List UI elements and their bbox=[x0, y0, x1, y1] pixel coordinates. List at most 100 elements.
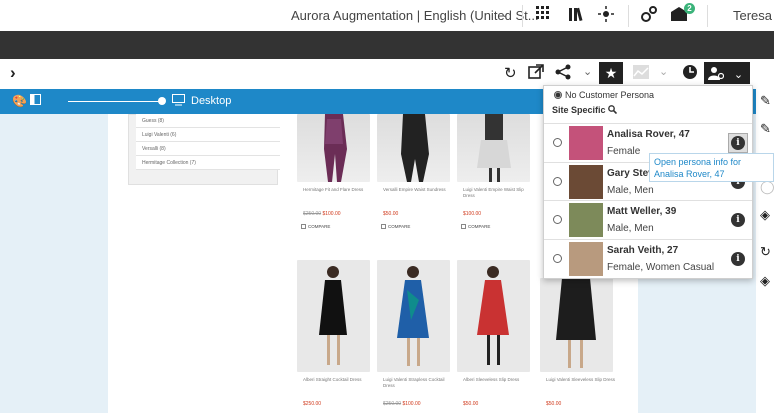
library-icon[interactable] bbox=[568, 6, 584, 25]
persona-radio[interactable] bbox=[553, 254, 562, 263]
monitor-icon bbox=[172, 94, 185, 109]
original-price: $250.00 bbox=[383, 401, 402, 407]
product-price: $100.00 bbox=[463, 211, 482, 217]
persona-name: Analisa Rover, 47 bbox=[607, 129, 690, 140]
refresh-icon[interactable]: ↻ bbox=[504, 64, 517, 82]
gears-icon[interactable] bbox=[641, 6, 657, 25]
product-price: $250.00 $100.00 bbox=[303, 211, 341, 217]
product-name[interactable]: Versalli Empire Waist Sundress bbox=[383, 187, 455, 193]
persona-info-tooltip: Open persona info for Analisa Rover, 47 bbox=[649, 153, 774, 182]
notification-badge: 2 bbox=[684, 3, 695, 14]
persona-name: Sarah Veith, 27 bbox=[607, 245, 679, 256]
search-icon[interactable] bbox=[608, 105, 618, 115]
persona-segment: Male, Men bbox=[607, 185, 654, 196]
product-image[interactable] bbox=[457, 114, 530, 182]
edit-tool-icon[interactable]: ✎ bbox=[760, 93, 771, 109]
sale-price: $100.00 bbox=[322, 211, 341, 217]
product-image[interactable] bbox=[457, 260, 530, 372]
chevron-right-icon[interactable]: › bbox=[10, 63, 16, 83]
facet-item[interactable]: Hermitage Collection (7) bbox=[136, 156, 280, 170]
ribbon-bar bbox=[0, 31, 774, 59]
facet-item[interactable]: Versalli (8) bbox=[136, 142, 280, 156]
product-price: $250.00 bbox=[303, 401, 322, 407]
product-price: $50.00 bbox=[383, 211, 399, 217]
chevron-down-icon[interactable]: ⌄ bbox=[500, 7, 509, 20]
original-price: $250.00 bbox=[303, 211, 322, 217]
device-label: Desktop bbox=[191, 95, 232, 107]
product-name[interactable]: Hermitage Fit and Flare Dress bbox=[303, 187, 375, 193]
product-price: $50.00 bbox=[463, 401, 479, 407]
persona-segment: Female, Women Casual bbox=[607, 262, 715, 273]
layout-icon[interactable] bbox=[30, 94, 41, 108]
persona-radio[interactable] bbox=[553, 177, 562, 186]
compare-checkbox[interactable]: COMPARE bbox=[461, 224, 491, 230]
chevron-down-icon: ⌄ bbox=[733, 69, 744, 81]
persona-photo bbox=[569, 126, 603, 160]
divider bbox=[628, 5, 629, 27]
target-icon[interactable] bbox=[598, 6, 614, 25]
persona-radio[interactable] bbox=[553, 138, 562, 147]
persona-icon bbox=[708, 65, 728, 81]
pencil-icon[interactable]: ✎ bbox=[760, 121, 771, 137]
device-slider-track[interactable] bbox=[68, 101, 162, 102]
product-name[interactable]: Luigi Valenti Strapless Cocktail Dress bbox=[383, 377, 455, 389]
product-name[interactable]: Luigi Valenti Empire Waist Slip Dress bbox=[463, 187, 535, 199]
divider bbox=[522, 5, 523, 27]
product-name[interactable]: Alberi Sleeveless Slip Dress bbox=[463, 377, 535, 383]
user-menu[interactable]: Teresa ⌄ bbox=[733, 8, 774, 23]
product-price: $250.00 $100.00 bbox=[383, 401, 421, 407]
open-external-icon[interactable] bbox=[528, 64, 544, 84]
compare-checkbox[interactable]: COMPARE bbox=[301, 224, 331, 230]
persona-photo bbox=[569, 203, 603, 237]
no-persona-option[interactable]: No Customer Persona bbox=[554, 90, 654, 100]
product-image[interactable] bbox=[377, 260, 450, 372]
radio-selected[interactable] bbox=[554, 91, 562, 99]
globe-icon[interactable]: ◈ bbox=[760, 207, 770, 223]
persona-row[interactable]: Matt Weller, 39 Male, Men i bbox=[544, 200, 752, 238]
persona-photo bbox=[569, 165, 603, 199]
persona-segment: Female bbox=[607, 146, 641, 157]
share-icon[interactable] bbox=[555, 64, 571, 84]
sale-price: $100.00 bbox=[402, 401, 421, 407]
product-name[interactable]: Alberi Straight Cocktail Dress bbox=[303, 377, 375, 383]
persona-radio[interactable] bbox=[553, 215, 562, 224]
facet-list: Guess (8) Luigi Valenti (6) Versalli (8)… bbox=[136, 114, 280, 170]
product-image[interactable] bbox=[297, 114, 370, 182]
chevron-down-icon[interactable]: ⌄ bbox=[583, 65, 592, 78]
product-image[interactable] bbox=[540, 278, 613, 372]
divider bbox=[707, 5, 708, 27]
refresh-globe-icon[interactable]: ↻ bbox=[760, 244, 771, 260]
persona-row[interactable]: Sarah Veith, 27 Female, Women Casual i bbox=[544, 239, 752, 277]
site-specific-label: Site Specific bbox=[552, 105, 606, 115]
info-icon[interactable]: i bbox=[731, 252, 745, 266]
clock-icon[interactable] bbox=[682, 64, 698, 84]
product-price: $50.00 bbox=[546, 401, 562, 407]
top-bar: Aurora Augmentation | English (United St… bbox=[0, 0, 774, 31]
compare-label: COMPARE bbox=[308, 224, 331, 229]
star-icon[interactable]: ★ bbox=[599, 62, 623, 84]
persona-button[interactable]: ⌄ bbox=[704, 62, 750, 84]
chart-icon[interactable] bbox=[633, 65, 649, 83]
compare-checkbox[interactable]: COMPARE bbox=[381, 224, 411, 230]
globe-icon[interactable]: ◈ bbox=[760, 273, 770, 289]
compare-label: COMPARE bbox=[468, 224, 491, 229]
product-image[interactable] bbox=[377, 114, 450, 182]
chevron-down-icon[interactable]: ⌄ bbox=[659, 65, 668, 78]
product-image[interactable] bbox=[297, 260, 370, 372]
facet-item[interactable]: Guess (8) bbox=[136, 114, 280, 128]
persona-segment: Male, Men bbox=[607, 223, 654, 234]
info-icon[interactable]: i bbox=[731, 213, 745, 227]
persona-photo bbox=[569, 242, 603, 276]
persona-name: Matt Weller, 39 bbox=[607, 206, 677, 217]
site-specific-header: Site Specific bbox=[552, 105, 618, 115]
info-icon[interactable]: i bbox=[731, 136, 745, 150]
user-name: Teresa bbox=[733, 8, 773, 23]
compare-label: COMPARE bbox=[388, 224, 411, 229]
persona-dropdown: No Customer Persona Site Specific Analis… bbox=[543, 85, 753, 279]
facet-item[interactable]: Luigi Valenti (6) bbox=[136, 128, 280, 142]
apps-grid-icon[interactable] bbox=[536, 6, 550, 23]
product-name[interactable]: Luigi Valenti Sleeveless Slip Dress bbox=[546, 377, 618, 383]
device-slider-handle[interactable] bbox=[158, 97, 166, 105]
palette-icon[interactable]: 🎨 bbox=[12, 94, 27, 108]
no-persona-label: No Customer Persona bbox=[565, 90, 655, 100]
